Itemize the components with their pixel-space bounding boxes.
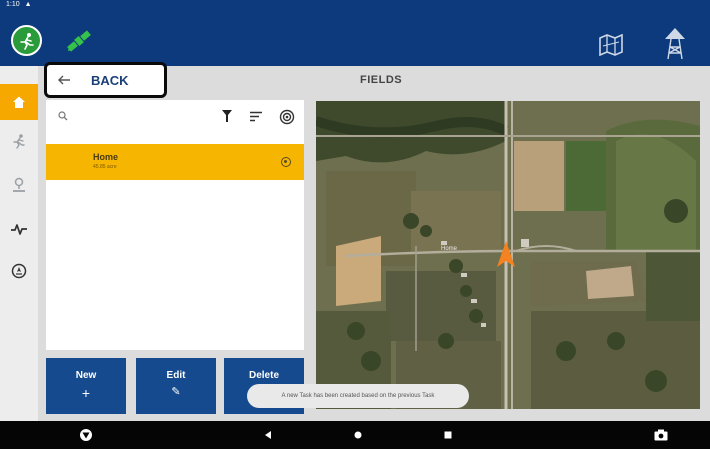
operator-icon — [13, 177, 25, 192]
sort-icon[interactable] — [249, 111, 263, 122]
compass-icon — [11, 263, 27, 279]
filter-icon[interactable] — [221, 109, 233, 123]
list-item-subtitle: 45.85 acre — [93, 164, 117, 170]
field-map-icon[interactable] — [598, 32, 624, 56]
edit-button[interactable]: Edit ✎ — [136, 358, 216, 414]
status-bar: 1:10 ▲ — [0, 0, 710, 10]
delete-label: Delete — [248, 370, 279, 381]
new-label: New — [75, 370, 97, 381]
runner-icon[interactable] — [11, 25, 42, 56]
target-icon[interactable] — [279, 109, 295, 125]
camera-icon[interactable] — [650, 421, 672, 449]
home-icon — [13, 96, 25, 108]
list-item[interactable]: Home 45.85 acre — [46, 144, 304, 180]
map-view[interactable]: Home — [316, 101, 700, 409]
diagnostics-icon — [11, 224, 27, 235]
arrow-left-icon — [58, 75, 70, 85]
brand-logo-icon[interactable] — [75, 421, 97, 449]
search-icon[interactable] — [58, 111, 68, 121]
back-triangle-icon[interactable] — [258, 421, 278, 449]
plus-icon: + — [81, 385, 91, 401]
tower-icon[interactable] — [662, 25, 688, 61]
side-nav — [0, 66, 38, 421]
top-bar — [0, 10, 710, 66]
warning-icon: ▲ — [24, 1, 32, 8]
vehicle-icon — [13, 134, 25, 149]
satellite-icon[interactable] — [64, 28, 94, 54]
back-button[interactable]: BACK — [44, 62, 167, 98]
edit-label: Edit — [166, 370, 186, 381]
page-title: FIELDS — [360, 74, 403, 86]
satellite-map: Home — [316, 101, 700, 409]
search-row — [46, 100, 304, 136]
sidebar-item-home[interactable] — [0, 84, 38, 120]
system-nav-bar — [0, 421, 710, 449]
fields-list-panel: Home 45.85 acre — [46, 100, 304, 350]
list-item-name: Home — [93, 152, 119, 162]
status-time: 1:10 — [6, 1, 20, 8]
map-marker-label: Home — [441, 246, 458, 252]
home-dot-icon[interactable] — [348, 421, 368, 449]
sidebar-item-diagnostics[interactable] — [0, 212, 38, 246]
back-label: BACK — [91, 72, 129, 88]
sidebar-item-operator[interactable] — [0, 168, 38, 202]
selected-radio-icon[interactable] — [281, 157, 291, 167]
sidebar-item-vehicle[interactable] — [0, 124, 38, 158]
recents-square-icon[interactable] — [438, 421, 458, 449]
edit-icon: ✎ — [171, 386, 181, 398]
toast-message: A new Task has been created based on the… — [247, 384, 469, 408]
sidebar-item-compass[interactable] — [0, 254, 38, 288]
new-button[interactable]: New + — [46, 358, 126, 414]
